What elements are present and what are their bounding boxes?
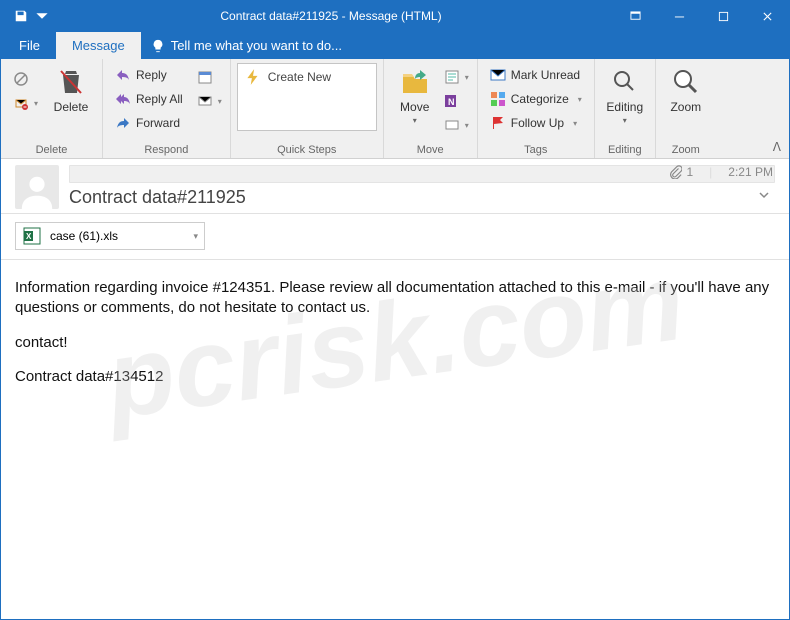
move-folder-icon — [400, 65, 430, 99]
find-icon — [612, 65, 638, 99]
sender-avatar — [15, 165, 59, 209]
junk-button[interactable]: ▾ — [7, 91, 44, 115]
collapse-ribbon-icon[interactable]: ᐱ — [773, 140, 781, 154]
save-icon[interactable] — [9, 4, 33, 28]
body-paragraph: Contract data#134512 — [15, 367, 775, 387]
group-label-zoom: Zoom — [662, 142, 710, 158]
delete-icon — [57, 65, 85, 99]
svg-text:N: N — [448, 97, 455, 107]
body-paragraph: contact! — [15, 333, 775, 353]
ribbon-group-zoom: Zoom Zoom — [656, 59, 716, 158]
ribbon-group-editing: Editing ▾ Editing — [595, 59, 656, 158]
group-label-move: Move — [390, 142, 471, 158]
chevron-down-icon: ▾ — [623, 116, 627, 125]
reply-all-icon — [115, 91, 131, 107]
lightning-icon — [244, 68, 262, 86]
window-title: Contract data#211925 - Message (HTML) — [49, 9, 613, 23]
reply-button[interactable]: Reply — [109, 63, 189, 87]
message-time: 2:21 PM — [728, 165, 773, 179]
actions-button[interactable]: ▾ — [442, 113, 471, 137]
ribbon-group-tags: Mark Unread Categorize▾ Follow Up▾ Tags — [478, 59, 595, 158]
ignore-button[interactable] — [7, 67, 44, 91]
onenote-button[interactable]: N — [442, 89, 471, 113]
zoom-button[interactable]: Zoom — [662, 61, 710, 114]
follow-up-button[interactable]: Follow Up▾ — [484, 111, 588, 135]
group-label-delete: Delete — [7, 142, 96, 158]
ribbon-group-respond: Reply Reply All Forward ▾ Respond — [103, 59, 231, 158]
quick-step-create-new[interactable]: Create New — [238, 64, 337, 90]
forward-icon — [115, 115, 131, 131]
attachment-filename: case (61).xls — [50, 229, 118, 243]
more-respond-button[interactable]: ▾ — [195, 89, 224, 113]
message-header: Contract data#211925 1 | 2:21 PM — [1, 159, 789, 214]
minimize-button[interactable] — [657, 1, 701, 31]
group-label-quicksteps: Quick Steps — [237, 142, 377, 158]
titlebar: Contract data#211925 - Message (HTML) — [1, 1, 789, 31]
reply-icon — [115, 67, 131, 83]
tab-file[interactable]: File — [3, 32, 56, 59]
group-label-respond: Respond — [109, 142, 224, 158]
close-button[interactable] — [745, 1, 789, 31]
rules-button[interactable]: ▾ — [442, 65, 471, 89]
window-controls — [613, 1, 789, 31]
move-button[interactable]: Move ▾ — [390, 61, 440, 125]
tab-message[interactable]: Message — [56, 32, 141, 59]
ribbon-display-options-icon[interactable] — [613, 1, 657, 31]
categorize-icon — [490, 91, 506, 107]
zoom-icon — [672, 65, 700, 99]
ribbon: ▾ Delete Delete Reply Reply All Forward … — [1, 59, 789, 159]
message-subject: Contract data#211925 — [69, 187, 775, 208]
tell-me-label: Tell me what you want to do... — [171, 38, 342, 53]
body-paragraph: Information regarding invoice #124351. P… — [15, 278, 775, 319]
attachment-indicator: 1 — [668, 165, 693, 179]
envelope-icon — [490, 67, 506, 83]
paperclip-icon — [668, 165, 682, 179]
message-body: Information regarding invoice #124351. P… — [1, 260, 789, 419]
group-label-tags: Tags — [484, 142, 588, 158]
qat-dropdown-icon[interactable] — [35, 4, 49, 28]
editing-button[interactable]: Editing ▾ — [601, 61, 649, 125]
ribbon-group-quicksteps: Create New Quick Steps — [231, 59, 384, 158]
reply-all-button[interactable]: Reply All — [109, 87, 189, 111]
mark-unread-button[interactable]: Mark Unread — [484, 63, 588, 87]
attachment-row: X case (61).xls ▾ — [1, 214, 789, 260]
svg-text:X: X — [26, 232, 32, 241]
lightbulb-icon — [151, 39, 165, 53]
quick-access-toolbar — [1, 4, 49, 28]
ribbon-group-move: Move ▾ ▾ N ▾ Move — [384, 59, 478, 158]
tell-me-search[interactable]: Tell me what you want to do... — [141, 32, 352, 59]
attachment-chip[interactable]: X case (61).xls ▾ — [15, 222, 205, 250]
flag-icon — [490, 115, 506, 131]
quick-steps-gallery[interactable]: Create New — [237, 63, 377, 131]
expand-header-icon[interactable] — [757, 188, 771, 207]
excel-file-icon: X — [22, 226, 42, 246]
group-label-editing: Editing — [601, 142, 649, 158]
delete-button[interactable]: Delete — [46, 61, 96, 114]
meeting-button[interactable] — [195, 65, 224, 89]
ribbon-group-delete: ▾ Delete Delete — [1, 59, 103, 158]
chevron-down-icon: ▾ — [413, 116, 417, 125]
message-meta: 1 | 2:21 PM — [668, 165, 773, 179]
categorize-button[interactable]: Categorize▾ — [484, 87, 588, 111]
ribbon-tabs: File Message Tell me what you want to do… — [1, 31, 789, 59]
forward-button[interactable]: Forward — [109, 111, 189, 135]
attachment-dropdown-icon[interactable]: ▾ — [193, 231, 198, 242]
maximize-button[interactable] — [701, 1, 745, 31]
